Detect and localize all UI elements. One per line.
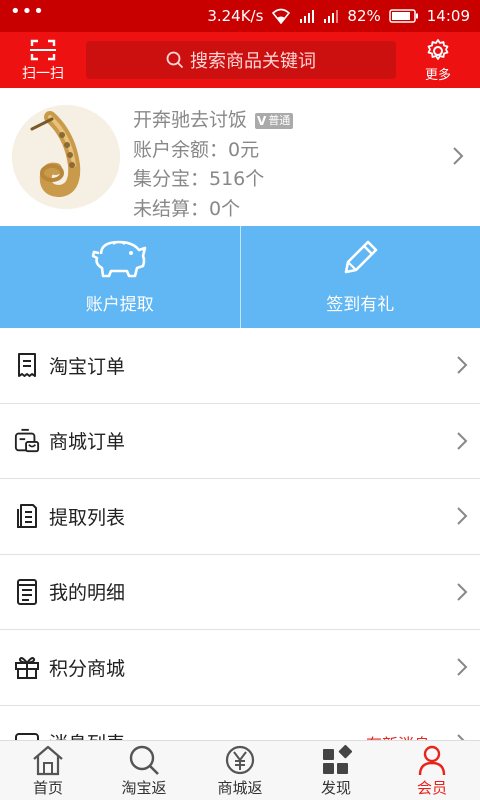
tab-label: 会员 [416,779,447,797]
top-bar: 扫一扫 搜索商品关键词 更多 [0,32,480,88]
tab-label: 商城返 [217,779,263,797]
battery-percent: 82% [347,7,381,25]
user-name: 开奔驰去讨饭 [133,109,248,131]
tab-discover[interactable]: 发现 [288,741,384,800]
scan-button[interactable]: 扫一扫 [0,32,86,88]
discover-grid-icon [323,744,352,774]
search-icon [166,51,184,69]
points-count: 集分宝：516个 [133,168,265,190]
tab-taobao-rebate[interactable]: 淘宝返 [96,741,192,800]
chevron-right-icon [457,507,468,525]
signal-3g-icon [300,10,315,23]
menu-item-taobao-orders[interactable]: 淘宝订单 [0,328,480,404]
saxophone-avatar-image [12,105,120,209]
wifi-icon [272,8,291,24]
withdraw-button[interactable]: 账户提取 [0,226,240,328]
signal-icon [324,10,339,23]
shop-order-icon [14,428,40,454]
bottom-tab-bar: 首页 淘宝返 商城返 发现 会员 [0,740,480,800]
checkin-button[interactable]: 签到有礼 [241,226,480,328]
profile-name-row: 开奔驰去讨饭 V 普通 [133,106,294,136]
menu-item-label: 我的明细 [49,582,126,605]
chevron-right-icon [457,432,468,450]
gear-icon [427,38,449,60]
chevron-right-icon [457,583,468,601]
menu-item-label: 提取列表 [49,506,126,529]
avatar[interactable] [12,105,120,209]
chevron-right-icon [457,658,468,676]
piggy-bank-icon [91,240,147,278]
yen-coin-icon [225,745,255,775]
checkin-label: 签到有礼 [326,295,395,315]
gift-icon [14,654,40,680]
menu-item-my-details[interactable]: 我的明细 [0,554,480,630]
menu-item-withdraw-list[interactable]: 提取列表 [0,479,480,555]
notification-dots: ••• [10,1,45,22]
menu-item-label: 淘宝订单 [49,355,126,378]
search-placeholder: 搜索商品关键词 [190,51,316,72]
menu-item-mall-orders[interactable]: 商城订单 [0,403,480,479]
menu-item-label: 商城订单 [49,431,126,454]
profile-card[interactable]: 开奔驰去讨饭 V 普通 账户余额：0元 集分宝：516个 未结算：0个 [0,88,480,226]
chevron-right-icon [453,147,464,165]
account-balance: 账户余额：0元 [133,138,260,161]
chevron-right-icon [457,356,468,374]
menu-list: 淘宝订单 商城订单 提取列表 我的明细 积分商城 消息列表 有新消息 [0,328,480,781]
search-bar[interactable]: 搜索商品关键词 [86,41,396,79]
home-icon [33,745,63,776]
document-list-icon [14,503,40,529]
profile-info: 开奔驰去讨饭 V 普通 账户余额：0元 集分宝：516个 未结算：0个 [133,106,294,224]
clock: 14:09 [426,7,470,25]
tab-label: 发现 [320,779,351,797]
pencil-icon [344,240,378,274]
tab-mall-rebate[interactable]: 商城返 [192,741,288,800]
tab-home[interactable]: 首页 [0,741,96,800]
ledger-icon [14,578,40,605]
battery-icon [389,9,418,23]
withdraw-label: 账户提取 [85,295,154,315]
scan-icon [30,39,56,60]
tab-member[interactable]: 会员 [384,741,480,800]
member-level-text: 普通 [268,113,291,127]
unsettled-count: 未结算：0个 [133,197,241,220]
menu-item-label: 积分商城 [49,657,126,680]
tab-label: 淘宝返 [121,779,167,797]
more-button[interactable]: 更多 [396,32,480,88]
search-icon [129,745,159,775]
scan-label: 扫一扫 [22,65,64,82]
tab-label: 首页 [32,779,63,797]
quick-actions: 账户提取 签到有礼 [0,226,480,328]
more-label: 更多 [424,67,451,83]
network-speed: 3.24K/s [207,7,264,25]
status-bar: ••• 3.24K/s 82% 14:09 [0,0,480,32]
vip-v-icon: V [257,113,267,128]
menu-item-points-mall[interactable]: 积分商城 [0,630,480,706]
member-level-badge: V 普通 [255,112,294,129]
member-icon [418,745,446,776]
receipt-icon [14,352,40,378]
